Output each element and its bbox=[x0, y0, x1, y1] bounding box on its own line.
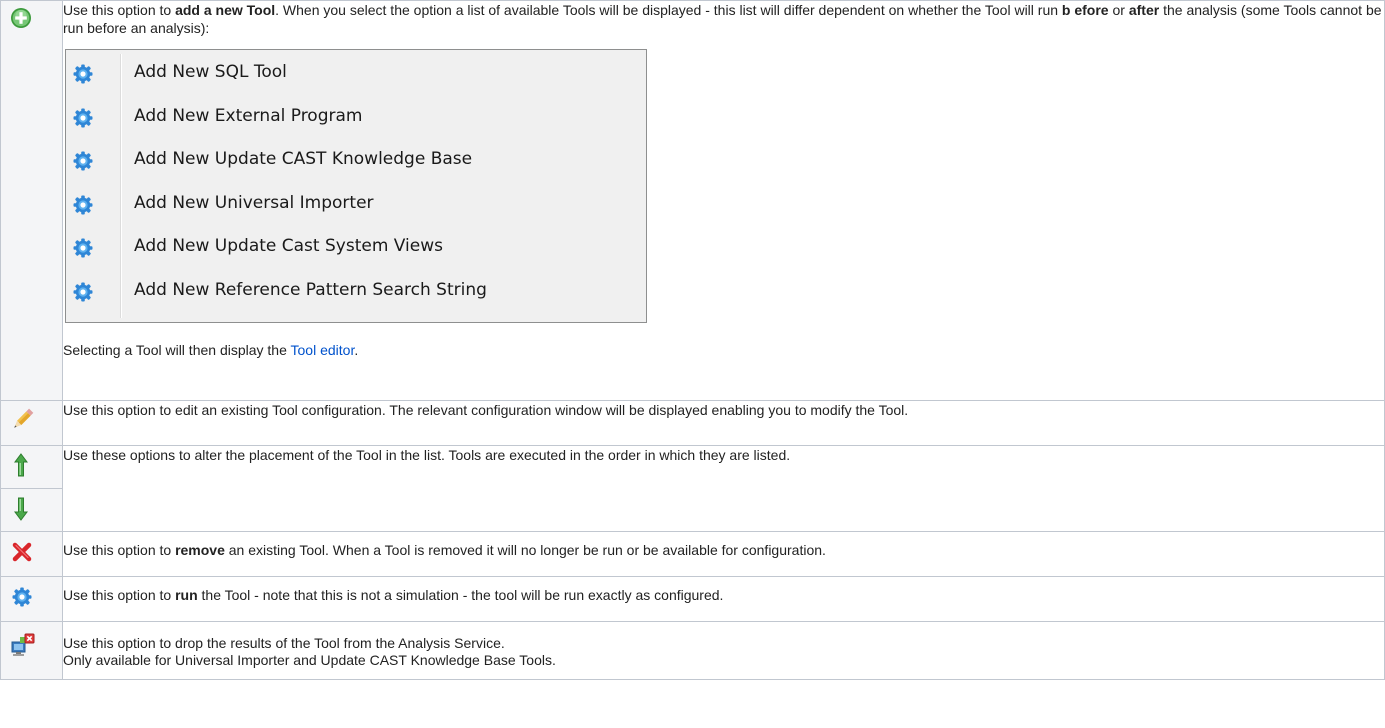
blue-gear-icon bbox=[73, 195, 93, 215]
blue-gear-icon bbox=[73, 64, 93, 84]
text-span: an existing Tool. When a Tool is removed… bbox=[224, 542, 826, 558]
text-span: . When you select the option a list of a… bbox=[275, 2, 1062, 18]
row-drop-results: Use this option to drop the results of t… bbox=[0, 621, 1385, 680]
icon-cell bbox=[0, 0, 63, 401]
blue-gear-icon bbox=[12, 587, 32, 607]
menu-item-label: Add New External Program bbox=[134, 106, 363, 126]
icon-cell bbox=[0, 531, 63, 577]
blue-gear-icon bbox=[73, 282, 93, 302]
row-add-tool: Use this option to add a new Tool. When … bbox=[0, 0, 1385, 401]
drop-results-line-2: Only available for Universal Importer an… bbox=[63, 652, 556, 668]
bold-add-new-tool: add a new Tool bbox=[175, 2, 276, 18]
text-span: the Tool - note that this is not a simul… bbox=[197, 587, 724, 603]
edit-tool-description: Use this option to edit an existing Tool… bbox=[62, 400, 1385, 446]
blue-gear-icon bbox=[73, 238, 93, 258]
move-tool-text: Use these options to alter the placement… bbox=[63, 447, 791, 463]
bold-before: b efore bbox=[1061, 2, 1109, 18]
row-edit-tool: Use this option to edit an existing Tool… bbox=[0, 400, 1385, 446]
menu-item-label: Add New Reference Pattern Search String bbox=[134, 280, 487, 300]
menu-item-label: Add New SQL Tool bbox=[134, 62, 287, 82]
red-x-icon bbox=[12, 542, 32, 562]
text-span: Use this option to bbox=[63, 2, 176, 18]
row-run-tool: Use this option to run the Tool - note t… bbox=[0, 576, 1385, 622]
bold-after: after bbox=[1128, 2, 1160, 18]
blue-gear-icon bbox=[73, 108, 93, 128]
icon-cell bbox=[0, 576, 63, 622]
icon-cell bbox=[0, 488, 63, 532]
tool-editor-paragraph: Selecting a Tool will then display the T… bbox=[63, 341, 1384, 359]
text-span: Use this option to bbox=[63, 587, 176, 603]
edit-tool-text: Use this option to edit an existing Tool… bbox=[63, 402, 909, 418]
run-tool-description: Use this option to run the Tool - note t… bbox=[62, 576, 1385, 622]
pencil-icon bbox=[14, 408, 34, 428]
remove-tool-description: Use this option to remove an existing To… bbox=[62, 531, 1385, 577]
menu-item-add-update-cast-kb[interactable]: Add New Update CAST Knowledge Base bbox=[66, 143, 646, 177]
tool-editor-link[interactable]: Tool editor bbox=[291, 342, 355, 358]
drop-results-icon bbox=[11, 633, 35, 656]
drop-results-description: Use this option to drop the results of t… bbox=[62, 621, 1385, 680]
blue-gear-icon bbox=[73, 151, 93, 171]
icon-cell bbox=[0, 621, 63, 680]
icon-cell bbox=[0, 445, 63, 489]
tool-options-table: Use this option to add a new Tool. When … bbox=[0, 0, 1385, 680]
menu-item-label: Add New Universal Importer bbox=[134, 193, 374, 213]
menu-item-add-reference-pattern[interactable]: Add New Reference Pattern Search String bbox=[66, 274, 646, 308]
menu-item-add-sql-tool[interactable]: Add New SQL Tool bbox=[66, 56, 646, 90]
menu-item-add-universal-importer[interactable]: Add New Universal Importer bbox=[66, 187, 646, 221]
text-span: Selecting a Tool will then display the bbox=[63, 342, 291, 358]
bold-remove: remove bbox=[175, 542, 225, 558]
menu-item-add-update-system-views[interactable]: Add New Update Cast System Views bbox=[66, 230, 646, 264]
add-tool-menu-screenshot: Add New SQL Tool Add New External Progra… bbox=[65, 49, 647, 323]
menu-item-label: Add New Update CAST Knowledge Base bbox=[134, 149, 473, 169]
text-span: Use this option to bbox=[63, 542, 176, 558]
arrow-up-icon bbox=[14, 453, 28, 477]
text-span: or bbox=[1108, 2, 1129, 18]
add-tool-paragraph: Use this option to add a new Tool. When … bbox=[63, 1, 1384, 37]
add-tool-description: Use this option to add a new Tool. When … bbox=[62, 0, 1385, 401]
move-tool-description: Use these options to alter the placement… bbox=[62, 445, 1385, 532]
add-circle-icon bbox=[11, 8, 31, 28]
menu-item-add-external-program[interactable]: Add New External Program bbox=[66, 100, 646, 134]
drop-results-line-1: Use this option to drop the results of t… bbox=[63, 635, 505, 651]
row-move-up: Use these options to alter the placement… bbox=[0, 445, 1385, 532]
row-remove-tool: Use this option to remove an existing To… bbox=[0, 531, 1385, 577]
bold-run: run bbox=[175, 587, 198, 603]
icon-cell bbox=[0, 400, 63, 446]
text-span: . bbox=[354, 342, 359, 358]
arrow-down-icon bbox=[14, 497, 28, 521]
menu-item-label: Add New Update Cast System Views bbox=[134, 236, 443, 256]
